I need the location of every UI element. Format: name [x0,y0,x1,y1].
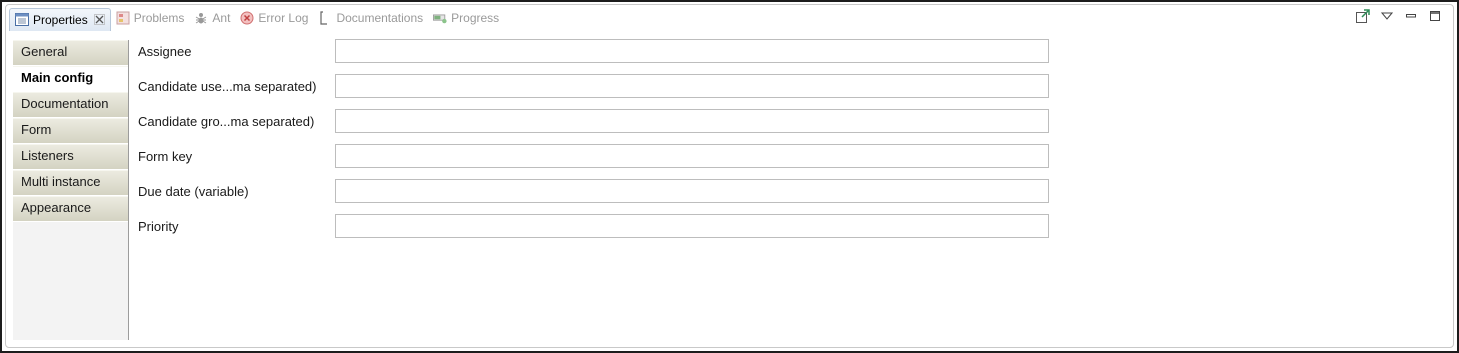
sidebar-item-general[interactable]: General [13,40,128,66]
close-icon[interactable] [93,14,105,25]
candidate-users-field[interactable] [335,74,1049,98]
tab-label: Ant [212,11,231,25]
progress-icon [433,11,447,25]
form-key-field[interactable] [335,144,1049,168]
tab-label: Properties [33,12,88,27]
view-tab-bar: Properties Problems Ant Error Log Docume… [6,5,1453,31]
view-controls [1355,8,1443,24]
maximize-icon[interactable] [1427,8,1443,24]
form-key-label: Form key [138,149,193,164]
sidebar-item-listeners[interactable]: Listeners [13,144,128,170]
tab-label: Problems [133,11,185,25]
candidate-groups-row: Candidate gro...ma separated) [138,109,1058,135]
candidate-users-row: Candidate use...ma separated) [138,74,1058,100]
sidebar-item-main-config[interactable]: Main config [13,66,128,92]
minimize-icon[interactable] [1403,8,1419,24]
properties-view: Properties Problems Ant Error Log Docume… [5,4,1454,348]
due-date-row: Due date (variable) [138,179,1058,205]
due-date-field[interactable] [335,179,1049,203]
tab-documentations[interactable]: Documentations [313,6,428,30]
tab-label: Error Log [258,11,309,25]
property-sections-sidebar: General Main config Documentation Form L… [13,40,129,340]
form-key-row: Form key [138,144,1058,170]
problems-icon [116,11,130,25]
priority-field[interactable] [335,214,1049,238]
priority-row: Priority [138,214,1058,240]
tab-ant[interactable]: Ant [189,6,235,30]
tab-label: Progress [451,11,500,25]
window-frame: Properties Problems Ant Error Log Docume… [0,0,1459,353]
view-menu-icon[interactable] [1379,8,1395,24]
assignee-label: Assignee [138,44,192,59]
candidate-users-label: Candidate use...ma separated) [138,79,317,94]
sidebar-item-form[interactable]: Form [13,118,128,144]
sidebar-item-documentation[interactable]: Documentation [13,92,128,118]
pin-icon[interactable] [1355,8,1371,24]
documentations-icon [318,11,332,25]
sidebar-item-appearance[interactable]: Appearance [13,196,128,222]
priority-label: Priority [138,219,179,234]
due-date-label: Due date (variable) [138,184,249,199]
assignee-field[interactable] [335,39,1049,63]
candidate-groups-label: Candidate gro...ma separated) [138,114,315,129]
tab-error-log[interactable]: Error Log [235,6,313,30]
tab-progress[interactable]: Progress [428,6,504,30]
assignee-row: Assignee [138,39,1058,65]
properties-icon [15,13,29,27]
error-log-icon [240,11,254,25]
tab-label: Documentations [336,11,424,25]
sidebar-item-multi-instance[interactable]: Multi instance [13,170,128,196]
tab-problems[interactable]: Problems [111,6,190,30]
tab-properties[interactable]: Properties [9,7,111,31]
candidate-groups-field[interactable] [335,109,1049,133]
ant-icon [194,11,208,25]
